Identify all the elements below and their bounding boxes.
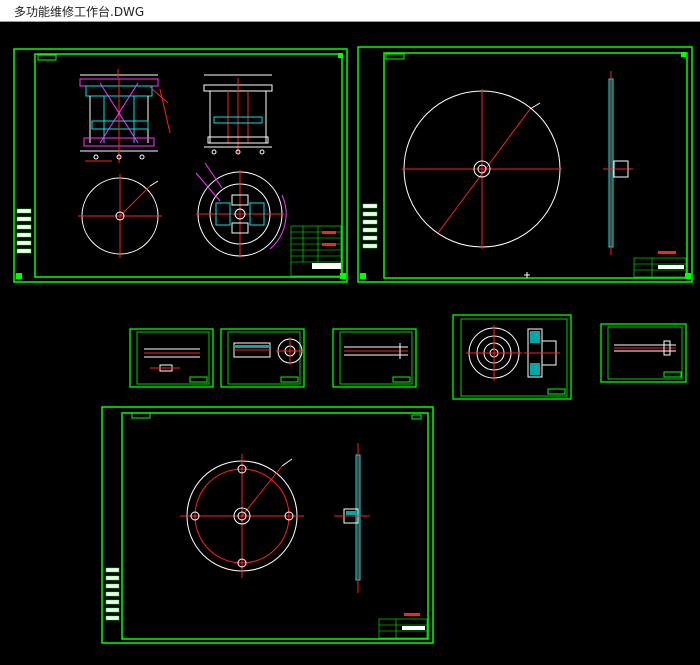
sheet-small-b[interactable] xyxy=(220,328,305,388)
title-block-assembly xyxy=(290,225,342,277)
drawing-canvas[interactable] xyxy=(0,23,700,661)
view-disc-plan xyxy=(402,89,562,249)
sheet-border-outer xyxy=(357,46,693,283)
window-title: 多功能维修工作台.DWG xyxy=(14,5,145,19)
view-side-elevation xyxy=(203,74,273,155)
view-front-elevation xyxy=(79,69,171,163)
sheet-bolted-disc[interactable] xyxy=(101,406,434,644)
view-top-plate xyxy=(78,174,162,258)
sheet-small-e[interactable] xyxy=(600,323,687,383)
sheet-border-inner xyxy=(34,53,343,278)
revision-block-left xyxy=(105,567,120,621)
title-block-bolted-disc xyxy=(378,613,428,639)
sheet-flange[interactable] xyxy=(452,314,572,400)
view-bolted-disc-plan xyxy=(180,454,304,578)
view-section-plan xyxy=(195,162,287,258)
title-block-disc xyxy=(633,251,687,278)
sheet-disc[interactable] xyxy=(357,46,693,283)
sheet-small-a[interactable] xyxy=(129,328,214,388)
sheet-corner-tag xyxy=(37,54,57,61)
sheet-border-outer xyxy=(13,48,348,283)
ucs-icon xyxy=(524,272,530,278)
view-bolted-disc-section xyxy=(334,443,370,593)
revision-block-left xyxy=(16,208,32,254)
sheet-border-outer xyxy=(101,406,434,644)
view-disc-section xyxy=(603,71,633,255)
sheet-border-inner xyxy=(121,412,429,640)
sheet-border-inner xyxy=(383,52,688,279)
window-title-bar: 多功能维修工作台.DWG xyxy=(0,0,700,22)
sheet-assembly[interactable] xyxy=(13,48,348,283)
sheet-small-c[interactable] xyxy=(332,328,417,388)
cad-model-space[interactable] xyxy=(0,23,700,661)
revision-block-left xyxy=(362,203,378,249)
